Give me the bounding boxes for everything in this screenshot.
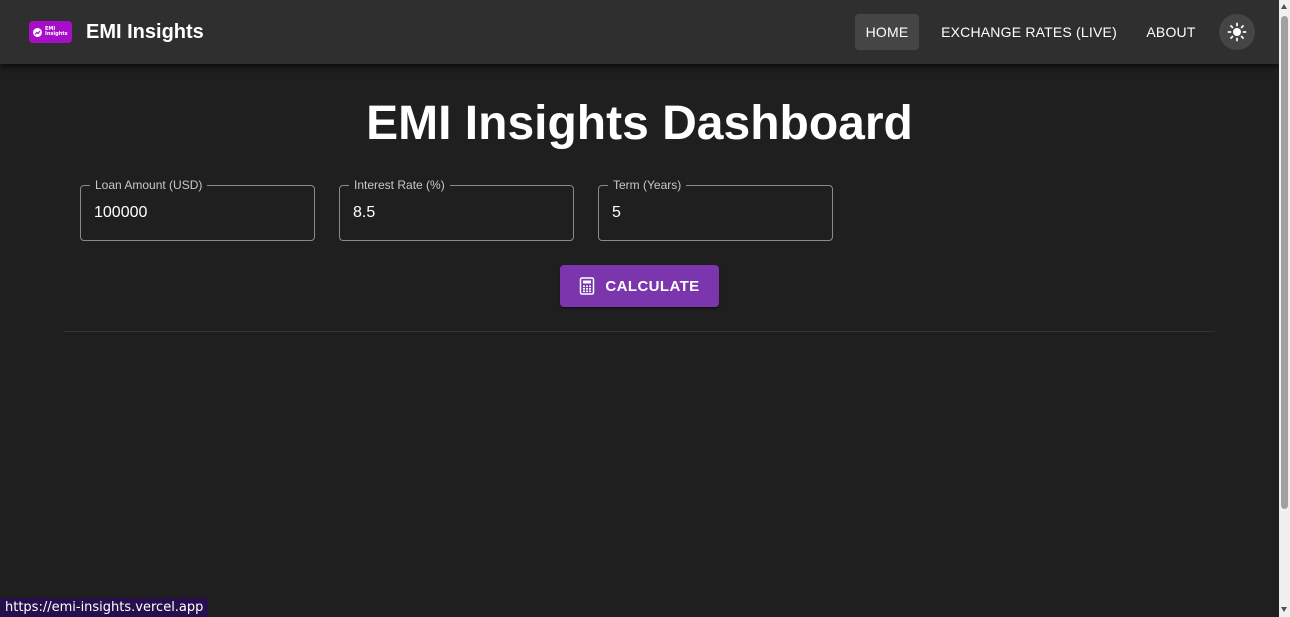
term-field[interactable]: Term (Years): [598, 178, 833, 241]
app-bar: EMI Insights EMI Insights HOME EXCHANGE R…: [0, 0, 1279, 64]
theme-toggle-button[interactable]: [1219, 14, 1255, 50]
trend-icon: [33, 27, 42, 37]
app-logo[interactable]: EMI Insights: [29, 21, 72, 43]
interest-rate-input[interactable]: [353, 204, 553, 222]
term-label: Term (Years): [608, 178, 687, 192]
status-bar-url: https://emi-insights.vercel.app: [0, 598, 209, 617]
term-input[interactable]: [612, 204, 812, 222]
page-title: EMI Insights Dashboard: [366, 97, 913, 150]
interest-rate-label: Interest Rate (%): [349, 178, 450, 192]
calculate-button[interactable]: CALCULATE: [560, 265, 719, 307]
nav-home[interactable]: HOME: [855, 14, 919, 50]
scrollbar-thumb[interactable]: [1281, 16, 1288, 509]
calculate-label: CALCULATE: [605, 277, 700, 295]
interest-rate-field[interactable]: Interest Rate (%): [339, 178, 574, 241]
scroll-up-icon[interactable]: [1281, 4, 1287, 9]
calculator-icon: [579, 277, 595, 295]
brand-title[interactable]: EMI Insights: [86, 20, 204, 44]
scroll-down-icon[interactable]: [1281, 607, 1287, 612]
loan-amount-input[interactable]: [94, 204, 294, 222]
loan-amount-label: Loan Amount (USD): [90, 178, 208, 192]
divider: [64, 331, 1215, 332]
loan-amount-field[interactable]: Loan Amount (USD): [80, 178, 315, 241]
vertical-scrollbar[interactable]: [1279, 0, 1290, 617]
nav-exchange-rates[interactable]: EXCHANGE RATES (LIVE): [932, 14, 1126, 50]
sun-icon: [1227, 22, 1247, 42]
logo-text: EMI Insights: [45, 25, 68, 37]
page: EMI Insights EMI Insights HOME EXCHANGE R…: [0, 0, 1279, 617]
nav-about[interactable]: ABOUT: [1136, 14, 1206, 50]
